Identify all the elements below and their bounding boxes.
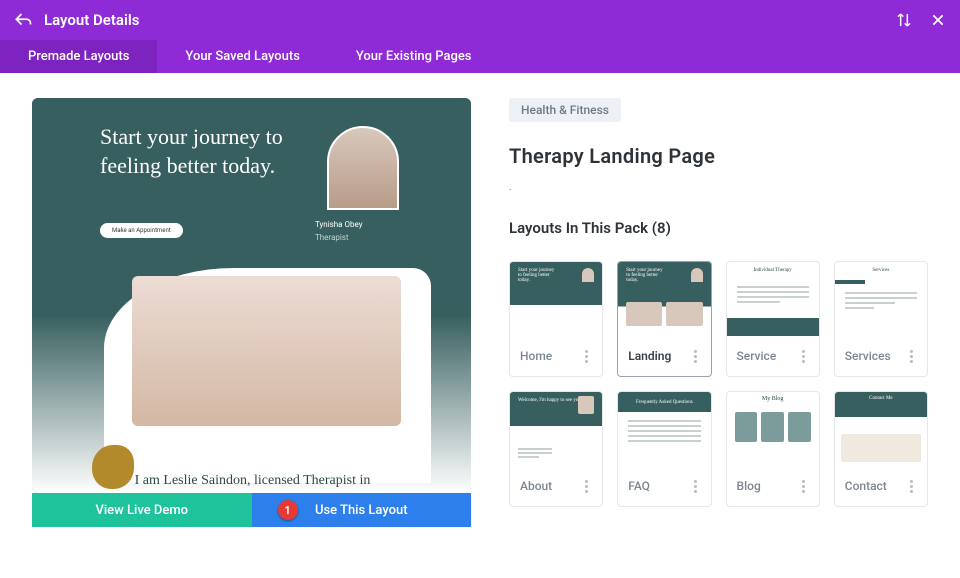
preview-person: Tynisha Obey Therapist: [315, 220, 415, 242]
preview-heading: Start your journey to feeling better tod…: [100, 123, 310, 180]
pack-thumb: Services: [835, 262, 927, 336]
preview-action-row: View Live Demo 1 Use This Layout: [32, 493, 471, 527]
pack-card-label: About: [520, 479, 552, 493]
more-icon[interactable]: [798, 346, 809, 367]
tabs-bar: Premade Layouts Your Saved Layouts Your …: [0, 40, 960, 73]
pack-card-label: Home: [520, 349, 552, 363]
more-icon[interactable]: [906, 476, 917, 497]
pack-card-label: Services: [845, 349, 891, 363]
pack-card-label: Contact: [845, 479, 887, 493]
more-icon[interactable]: [690, 476, 701, 497]
use-this-layout-button[interactable]: 1 Use This Layout: [252, 493, 472, 527]
preview-portrait: [327, 126, 399, 210]
pack-thumb: Contact Me: [835, 392, 927, 466]
pack-card-service[interactable]: Individual Therapy Service: [726, 261, 820, 377]
tab-your-existing-pages[interactable]: Your Existing Pages: [328, 40, 500, 73]
more-icon[interactable]: [906, 346, 917, 367]
tab-label: Premade Layouts: [28, 49, 129, 64]
more-icon[interactable]: [581, 476, 592, 497]
pack-thumb: Start your journey to feeling better tod…: [618, 262, 710, 336]
preview-cta-pill: Make an Appointment: [100, 223, 183, 238]
pack-card-faq[interactable]: Frequently Asked Questions FAQ: [617, 391, 711, 507]
content-area: Start your journey to feeling better tod…: [0, 73, 960, 552]
layout-preview-column: Start your journey to feeling better tod…: [32, 98, 471, 527]
layout-subdot: .: [509, 182, 928, 193]
more-icon[interactable]: [581, 346, 592, 367]
pack-thumb: Individual Therapy: [727, 262, 819, 336]
pack-thumb: My Blog: [727, 392, 819, 466]
layout-preview: Start your journey to feeling better tod…: [32, 98, 471, 493]
pack-card-contact[interactable]: Contact Me Contact: [834, 391, 928, 507]
preview-subtitle: I am Leslie Saindon, licensed Therapist …: [104, 473, 401, 489]
pack-thumb: Frequently Asked Questions: [618, 392, 710, 466]
page-title: Layout Details: [44, 11, 896, 29]
pack-card-services[interactable]: Services Services: [834, 261, 928, 377]
pack-card-label: FAQ: [628, 479, 650, 493]
tab-label: Your Existing Pages: [356, 49, 472, 64]
close-icon[interactable]: [930, 12, 946, 28]
pack-card-label: Landing: [628, 349, 671, 363]
pack-card-label: Service: [737, 349, 777, 363]
more-icon[interactable]: [798, 476, 809, 497]
pack-heading: Layouts In This Pack (8): [509, 219, 928, 237]
category-badge[interactable]: Health & Fitness: [509, 98, 621, 122]
callout-marker: 1: [278, 500, 298, 520]
tab-premade-layouts[interactable]: Premade Layouts: [0, 40, 157, 73]
titlebar: Layout Details: [0, 0, 960, 40]
pack-thumb: Start your journey to feeling better tod…: [510, 262, 602, 336]
pack-thumb: Welcome, I'm happy to see you here: [510, 392, 602, 466]
pack-card-home[interactable]: Start your journey to feeling better tod…: [509, 261, 603, 377]
pack-card-label: Blog: [737, 479, 761, 493]
view-live-demo-button[interactable]: View Live Demo: [32, 493, 252, 527]
more-icon[interactable]: [690, 346, 701, 367]
button-label: Use This Layout: [315, 503, 408, 518]
pack-card-about[interactable]: Welcome, I'm happy to see you here About: [509, 391, 603, 507]
tab-your-saved-layouts[interactable]: Your Saved Layouts: [157, 40, 327, 73]
preview-person-name: Tynisha Obey: [315, 220, 415, 229]
layout-title: Therapy Landing Page: [509, 144, 928, 168]
preview-photo: [132, 276, 401, 426]
button-label: View Live Demo: [95, 503, 188, 518]
back-icon[interactable]: [14, 11, 32, 29]
layout-details-column: Health & Fitness Therapy Landing Page . …: [509, 98, 928, 527]
pack-card-blog[interactable]: My Blog Blog: [726, 391, 820, 507]
pack-card-landing[interactable]: Start your journey to feeling better tod…: [617, 261, 711, 377]
sort-icon[interactable]: [896, 12, 912, 28]
tab-label: Your Saved Layouts: [185, 49, 299, 64]
preview-person-role: Therapist: [315, 233, 415, 242]
pack-grid: Start your journey to feeling better tod…: [509, 261, 928, 507]
